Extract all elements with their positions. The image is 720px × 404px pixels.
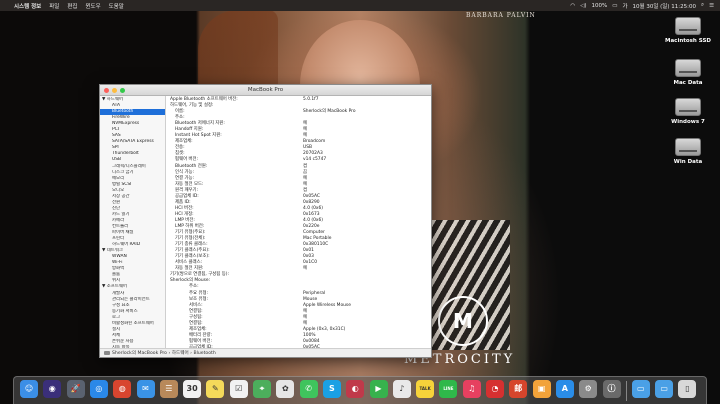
window-title: MacBook Pro	[247, 87, 284, 93]
dock-app-icon[interactable]: 🚀	[66, 380, 85, 398]
dock-app-icon[interactable]: ▭	[631, 380, 650, 398]
dock-app-icon[interactable]: 邮	[509, 380, 528, 398]
input-source-icon[interactable]: 가	[622, 2, 627, 10]
window-titlebar[interactable]: MacBook Pro	[100, 85, 431, 96]
notification-center-icon[interactable]: ☰	[709, 3, 714, 9]
dock-app-icon[interactable]: ⌖	[253, 380, 271, 398]
dock-app-icon[interactable]: S	[322, 380, 341, 398]
dock-app-icon[interactable]: ♪	[392, 380, 411, 398]
desktop-icon-label: Mac Data	[673, 80, 703, 86]
hard-drive-icon	[675, 138, 701, 156]
dock-app-icon[interactable]: ✉	[136, 380, 155, 398]
minimize-window-button[interactable]	[112, 88, 117, 93]
hard-drive-icon	[675, 59, 701, 77]
hard-drive-icon	[675, 17, 701, 35]
dock-app-icon[interactable]: ◍	[113, 380, 132, 398]
category-sidebar[interactable]: ▼ 하드웨어 ATA Bluetooth FireWire NVMExpress PCI S…	[100, 96, 166, 350]
menu-app-name[interactable]: 시스템 정보	[14, 2, 41, 10]
desktop-icon-label: Windows 7	[671, 119, 705, 125]
desktop-drive-mac-data[interactable]: Mac Data	[658, 59, 718, 86]
dock: ☺ ◉ 🚀 ◎ ◍ ✉ ☰ 30 ✎ ☑ ⌖ ✿ ✆ S ◐ ▶ ♪ TALK LINE ♫ ◔ 邮 ▣ A ⚙ ⓘ ▭ ▭ ▯	[13, 376, 707, 404]
close-window-button[interactable]	[104, 88, 109, 93]
desktop-drive-windows-7[interactable]: Windows 7	[658, 98, 718, 125]
dock-app-icon[interactable]: LINE	[439, 380, 458, 398]
desktop-drive-win-data[interactable]: Win Data	[658, 138, 718, 165]
dock-app-icon[interactable]: ▶	[369, 380, 388, 398]
dock-app-icon[interactable]: ⓘ	[602, 380, 621, 398]
desktop-icon-label: Macintosh SSD	[665, 38, 711, 44]
dock-app-icon[interactable]: ✎	[206, 380, 225, 398]
wallpaper-brand-text: BARBARA PALVIN	[466, 12, 536, 19]
dock-app-icon[interactable]: ◎	[89, 380, 108, 398]
dock-app-icon[interactable]: ♫	[462, 380, 481, 398]
desktop-drive-macintosh-ssd[interactable]: Macintosh SSD	[658, 17, 718, 44]
clock[interactable]: 10월 30일 (일) 11:25:00	[633, 2, 696, 10]
dock-app-icon[interactable]: TALK	[416, 380, 435, 398]
dock-app-icon[interactable]: ▯	[678, 380, 697, 398]
zoom-window-button[interactable]	[120, 88, 125, 93]
dock-app-icon[interactable]: ☺	[20, 380, 38, 398]
menu-bar: 시스템 정보 파일 편집 윈도우 도움말 ◠ ◁) 100% ▭ 가 10월 3…	[0, 0, 720, 11]
menu-window[interactable]: 윈도우	[85, 2, 100, 10]
path-computer[interactable]: Sherlock의 MacBook Pro	[112, 351, 167, 356]
dock-app-icon[interactable]: ✆	[299, 380, 318, 398]
window-controls	[104, 88, 125, 93]
dock-app-icon[interactable]: ⚙	[579, 380, 598, 398]
detail-pane: Apple Bluetooth 소프트웨어 버전: 5.0.1f7 하드웨어, 기능…	[167, 96, 431, 350]
hard-drive-icon	[675, 98, 701, 116]
menubar-status-area: ◠ ◁) 100% ▭ 가 10월 30일 (일) 11:25:00 ⌕ ☰	[570, 0, 714, 11]
system-information-window: MacBook Pro ▼ 하드웨어 ATA Bluetooth FireWire NV…	[99, 84, 432, 358]
spotlight-icon[interactable]: ⌕	[701, 2, 704, 9]
dock-app-icon[interactable]: ◔	[486, 380, 504, 398]
menu-file[interactable]: 파일	[49, 2, 59, 10]
menu-help[interactable]: 도움말	[109, 2, 124, 10]
wifi-icon[interactable]: ◠	[570, 3, 575, 9]
volume-icon[interactable]: ◁)	[580, 3, 586, 9]
path-bluetooth[interactable]: Bluetooth	[193, 351, 215, 356]
dock-app-icon[interactable]: ◉	[43, 380, 62, 398]
path-hardware[interactable]: 하드웨어	[172, 351, 189, 356]
dock-app-icon[interactable]: 30	[183, 380, 202, 398]
laptop-icon	[104, 350, 110, 355]
dock-separator	[625, 381, 627, 401]
battery-icon[interactable]: ▭	[612, 3, 617, 9]
dock-app-icon[interactable]: ◐	[346, 380, 365, 398]
desktop-icon-label: Win Data	[673, 159, 703, 165]
wallpaper-logo-mark: M	[438, 296, 488, 346]
battery-percent[interactable]: 100%	[592, 3, 608, 9]
dock-app-icon[interactable]: ▭	[655, 380, 674, 398]
dock-app-icon[interactable]: A	[555, 380, 574, 398]
menu-edit[interactable]: 편집	[67, 2, 77, 10]
dock-app-icon[interactable]: ▣	[532, 380, 551, 398]
dock-app-icon[interactable]: ☰	[159, 380, 178, 398]
dock-app-icon[interactable]: ☑	[229, 380, 248, 398]
path-bar: Sherlock의 MacBook Pro › 하드웨어 › Bluetooth	[100, 348, 431, 357]
wallpaper-logo-letter: M	[453, 309, 473, 333]
dock-app-icon[interactable]: ✿	[276, 380, 295, 398]
